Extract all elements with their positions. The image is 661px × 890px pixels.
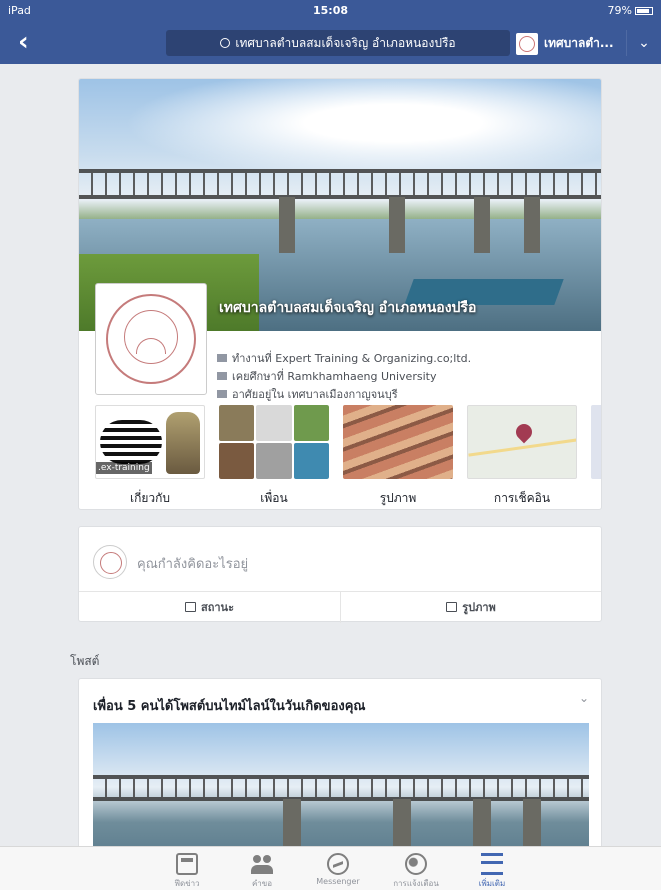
- about-tile[interactable]: .ex-training: [95, 405, 205, 479]
- back-button[interactable]: ‹: [18, 28, 42, 56]
- photo-label: รูปภาพ: [462, 601, 496, 614]
- tile-label-friends: เพื่อน: [260, 491, 288, 505]
- photo-icon: [446, 602, 458, 612]
- menu-icon: [481, 853, 503, 875]
- notifications-globe-icon: [405, 853, 427, 875]
- work-info: ทำงานที่ Expert Training & Organizing.co…: [217, 349, 471, 367]
- bridge-pier: [524, 197, 540, 253]
- tab-more[interactable]: เพิ่มเติม: [460, 851, 524, 889]
- page-avatar-small: [516, 32, 538, 55]
- photos-tile[interactable]: [343, 405, 453, 479]
- tab-label: เพิ่มเติม: [478, 879, 506, 888]
- post-title[interactable]: เพื่อน 5 คนได้โพสต์บนไทม์ไลน์ในวันเกิดขอ…: [93, 695, 365, 716]
- more-tiles-peek[interactable]: [591, 405, 601, 479]
- news-feed-icon: [176, 853, 198, 875]
- messenger-icon: [327, 853, 349, 875]
- bottom-tab-bar: ฟีดข่าว คำขอ Messenger การแจ้งเตือน เพิ่…: [0, 846, 661, 890]
- navigation-bar: ‹ เทศบาลตำบลสมเด็จเจริญ อำเภอหนองปรือ เท…: [0, 20, 661, 64]
- post-options-chevron-icon[interactable]: ⌄: [579, 691, 589, 705]
- work-text: ทำงานที่ Expert Training & Organizing.co…: [232, 352, 472, 365]
- tab-label: Messenger: [316, 877, 360, 886]
- friend-photo: [293, 443, 329, 479]
- status-label: สถานะ: [201, 601, 234, 614]
- profile-avatar[interactable]: [95, 283, 207, 395]
- municipal-seal-logo: [106, 294, 196, 384]
- status-button[interactable]: สถานะ: [79, 592, 340, 623]
- search-icon: [220, 38, 231, 48]
- battery-percent: 79%: [607, 4, 632, 17]
- about-statue-image: [166, 412, 200, 474]
- chevron-down-icon[interactable]: ⌄: [626, 30, 661, 56]
- post-composer: คุณกำลังคิดอะไรอยู่ สถานะ รูปภาพ: [78, 526, 602, 623]
- tab-notifications[interactable]: การแจ้งเตือน: [384, 851, 448, 889]
- about-logo-waves: [100, 420, 162, 464]
- tile-label-checkins: การเช็คอิน: [493, 491, 551, 505]
- about-tile-text: .ex-training: [96, 462, 152, 474]
- clock: 15:08: [312, 4, 348, 17]
- friend-photo: [219, 405, 255, 441]
- tab-label: คำขอ: [251, 879, 273, 888]
- map-pin-icon: [512, 420, 536, 444]
- tile-label-about: เกี่ยวกับ: [129, 491, 171, 505]
- photo-button[interactable]: รูปภาพ: [340, 592, 601, 623]
- cover-bridge: [79, 169, 601, 199]
- seal-inner-ring: [124, 310, 178, 364]
- composer-input[interactable]: คุณกำลังคิดอะไรอยู่: [137, 553, 248, 574]
- composer-actions: สถานะ รูปภาพ: [79, 591, 601, 623]
- briefcase-icon: [217, 354, 227, 362]
- graduation-cap-icon: [217, 372, 227, 380]
- tab-messenger[interactable]: Messenger: [306, 851, 370, 889]
- friend-photo: [256, 405, 292, 441]
- tab-label: ฟีดข่าว: [174, 879, 200, 888]
- friends-tile[interactable]: [219, 405, 329, 479]
- education-text: เคยศึกษาที่ Ramkhamhaeng University: [232, 370, 437, 383]
- post-bridge: [93, 775, 589, 801]
- friend-photo: [293, 405, 329, 441]
- bridge-pier: [389, 197, 405, 253]
- home-icon: [217, 390, 227, 398]
- tab-friend-requests[interactable]: คำขอ: [230, 851, 294, 889]
- friend-photo: [219, 443, 255, 479]
- bridge-pier: [279, 197, 295, 253]
- search-text: เทศบาลตำบลสมเด็จเจริญ อำเภอหนองปรือ: [235, 36, 456, 50]
- profile-shortcut-tiles: .ex-training เกี่ยวกับ เพื่อน รูปภาพ การ…: [95, 405, 601, 505]
- battery-indicator: 79%: [608, 4, 653, 17]
- friends-icon: [251, 853, 273, 875]
- page-switcher[interactable]: เทศบาลตำ...: [516, 30, 626, 56]
- bridge-pier: [474, 197, 490, 253]
- search-bar[interactable]: เทศบาลตำบลสมเด็จเจริญ อำเภอหนองปรือ: [166, 30, 510, 56]
- status-bar: iPad 15:08 79%: [0, 0, 661, 20]
- friend-photo: [256, 443, 292, 479]
- tile-label-photos: รูปภาพ: [379, 491, 417, 505]
- composer-avatar: [93, 545, 127, 579]
- tab-label: การแจ้งเตือน: [393, 879, 439, 888]
- posts-section-title: โพสต์: [70, 654, 100, 668]
- education-info: เคยศึกษาที่ Ramkhamhaeng University: [217, 367, 436, 385]
- location-info: อาศัยอยู่ใน เทศบาลเมืองกาญจนบุรี: [217, 385, 398, 403]
- edit-icon: [185, 602, 196, 612]
- location-text: อาศัยอยู่ใน เทศบาลเมืองกาญจนบุรี: [232, 388, 398, 401]
- tab-news-feed[interactable]: ฟีดข่าว: [155, 851, 219, 889]
- checkins-tile[interactable]: [467, 405, 577, 479]
- battery-icon: [635, 7, 653, 15]
- profile-card: เทศบาลตำบลสมเด็จเจริญ อำเภอหนองปรือ ทำงา…: [78, 78, 602, 510]
- profile-name[interactable]: เทศบาลตำบลสมเด็จเจริญ อำเภอหนองปรือ: [219, 297, 476, 319]
- page-name-short: เทศบาลตำ...: [544, 36, 614, 50]
